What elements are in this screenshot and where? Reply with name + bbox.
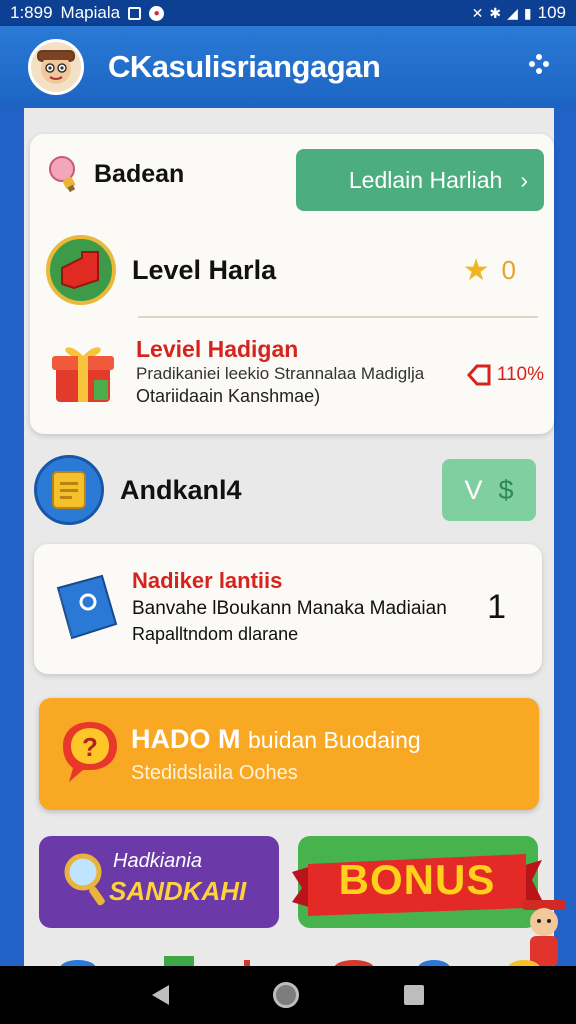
avatar[interactable] xyxy=(28,39,84,95)
purple-card-title: SANDKAHI xyxy=(109,876,247,906)
screenshot-icon xyxy=(128,6,142,20)
level-label: Level Harla xyxy=(132,254,277,285)
right-rail xyxy=(554,108,576,968)
avatar-face-icon xyxy=(37,50,75,84)
app-bar: CKasulisriangagan xyxy=(0,26,576,108)
andk-label: Andkanl4 xyxy=(120,474,242,505)
quest-subdescription: Otariidaain Kanshmae) xyxy=(136,386,321,406)
leaderboard-button-label: Ledlain Harliah xyxy=(348,166,503,193)
currency-button-v: V xyxy=(464,474,483,505)
book-count: 1 xyxy=(487,588,506,626)
quest-row[interactable]: Leviel Hadigan Pradikaniei leekio Strann… xyxy=(50,334,544,414)
battery-icon: ▮ xyxy=(523,4,532,21)
battery-level: 109 xyxy=(537,3,566,22)
app-title: CKasulisriangagan xyxy=(108,49,381,84)
quest-description: Pradikaniei leekio Strannalaa Madiglja xyxy=(136,364,425,383)
book-icon xyxy=(56,574,118,644)
status-carrier: Mapiala xyxy=(60,3,121,22)
quest-percent: 110% xyxy=(466,364,544,386)
book-title: Nadiker lantiis xyxy=(132,568,283,593)
book-subdescription: Rapalltndom dlarane xyxy=(132,624,299,644)
signal-icon: ◢ xyxy=(507,4,518,21)
status-bar: 1:899 Mapiala ● ✕ ✱ ◢ ▮ 109 xyxy=(0,0,576,26)
notification-icon: ● xyxy=(149,5,165,21)
orange-card-title: HADO M buidan Buodaing xyxy=(131,724,421,755)
header-title: Badean xyxy=(94,159,185,188)
currency-button[interactable]: V $ xyxy=(442,459,536,521)
back-icon[interactable] xyxy=(152,985,170,1005)
tag-icon xyxy=(466,364,491,386)
star-icon: ★ xyxy=(462,253,490,287)
bluetooth-icon: ✱ xyxy=(489,4,502,21)
quest-title: Leviel Hadigan xyxy=(136,336,299,362)
svg-text:?: ? xyxy=(82,732,98,762)
book-description: Banvahe lBoukann Manaka Madiaian xyxy=(132,598,447,619)
home-icon[interactable] xyxy=(273,982,300,1008)
divider xyxy=(138,316,538,318)
status-time: 1:899 xyxy=(10,3,53,22)
main-content: Badean Ledlain Harliah › Level Harla ★ 0 xyxy=(24,108,566,968)
dollar-icon: $ xyxy=(498,474,514,505)
orange-card-title-suffix: buidan Buodaing xyxy=(248,727,421,753)
book-card[interactable]: Nadiker lantiis Banvahe lBoukann Manaka … xyxy=(34,544,542,674)
dots-menu-icon[interactable] xyxy=(524,52,554,83)
question-bubble-icon: ? xyxy=(63,722,117,782)
orange-card-subtitle: Stedidslaila Oohes xyxy=(131,762,298,784)
quest-percent-value: 110% xyxy=(496,364,544,385)
orange-card-title-main: HADO M xyxy=(131,724,241,754)
level-row[interactable]: Level Harla ★ 0 xyxy=(46,232,546,308)
mute-icon: ✕ xyxy=(471,4,484,21)
andk-row[interactable]: Andkanl4 V $ xyxy=(34,444,544,536)
level-stars: ★ 0 xyxy=(463,253,516,288)
left-rail xyxy=(0,108,24,968)
leaderboard-button[interactable]: Ledlain Harliah › xyxy=(296,149,544,211)
chevron-right-icon: › xyxy=(520,166,528,193)
lightbulb-icon xyxy=(49,156,76,193)
orange-card[interactable]: ? HADO M buidan Buodaing Stedidslaila Oo… xyxy=(39,698,539,810)
nav-bar xyxy=(0,966,576,1024)
bonus-banner[interactable]: BONUS xyxy=(292,846,542,926)
purple-card[interactable]: Hadkiania SANDKAHI xyxy=(39,836,279,928)
header-row: Badean xyxy=(46,154,184,194)
card-icon xyxy=(34,455,104,525)
top-card: Badean Ledlain Harliah › Level Harla ★ 0 xyxy=(30,134,554,434)
bonus-label: BONUS xyxy=(338,856,496,903)
star-count: 0 xyxy=(501,254,516,285)
purple-card-top: Hadkiania xyxy=(113,850,202,872)
gift-icon xyxy=(52,347,114,402)
magnifier-icon xyxy=(64,853,105,906)
recents-icon[interactable] xyxy=(403,985,424,1005)
red-block-icon xyxy=(46,235,116,305)
